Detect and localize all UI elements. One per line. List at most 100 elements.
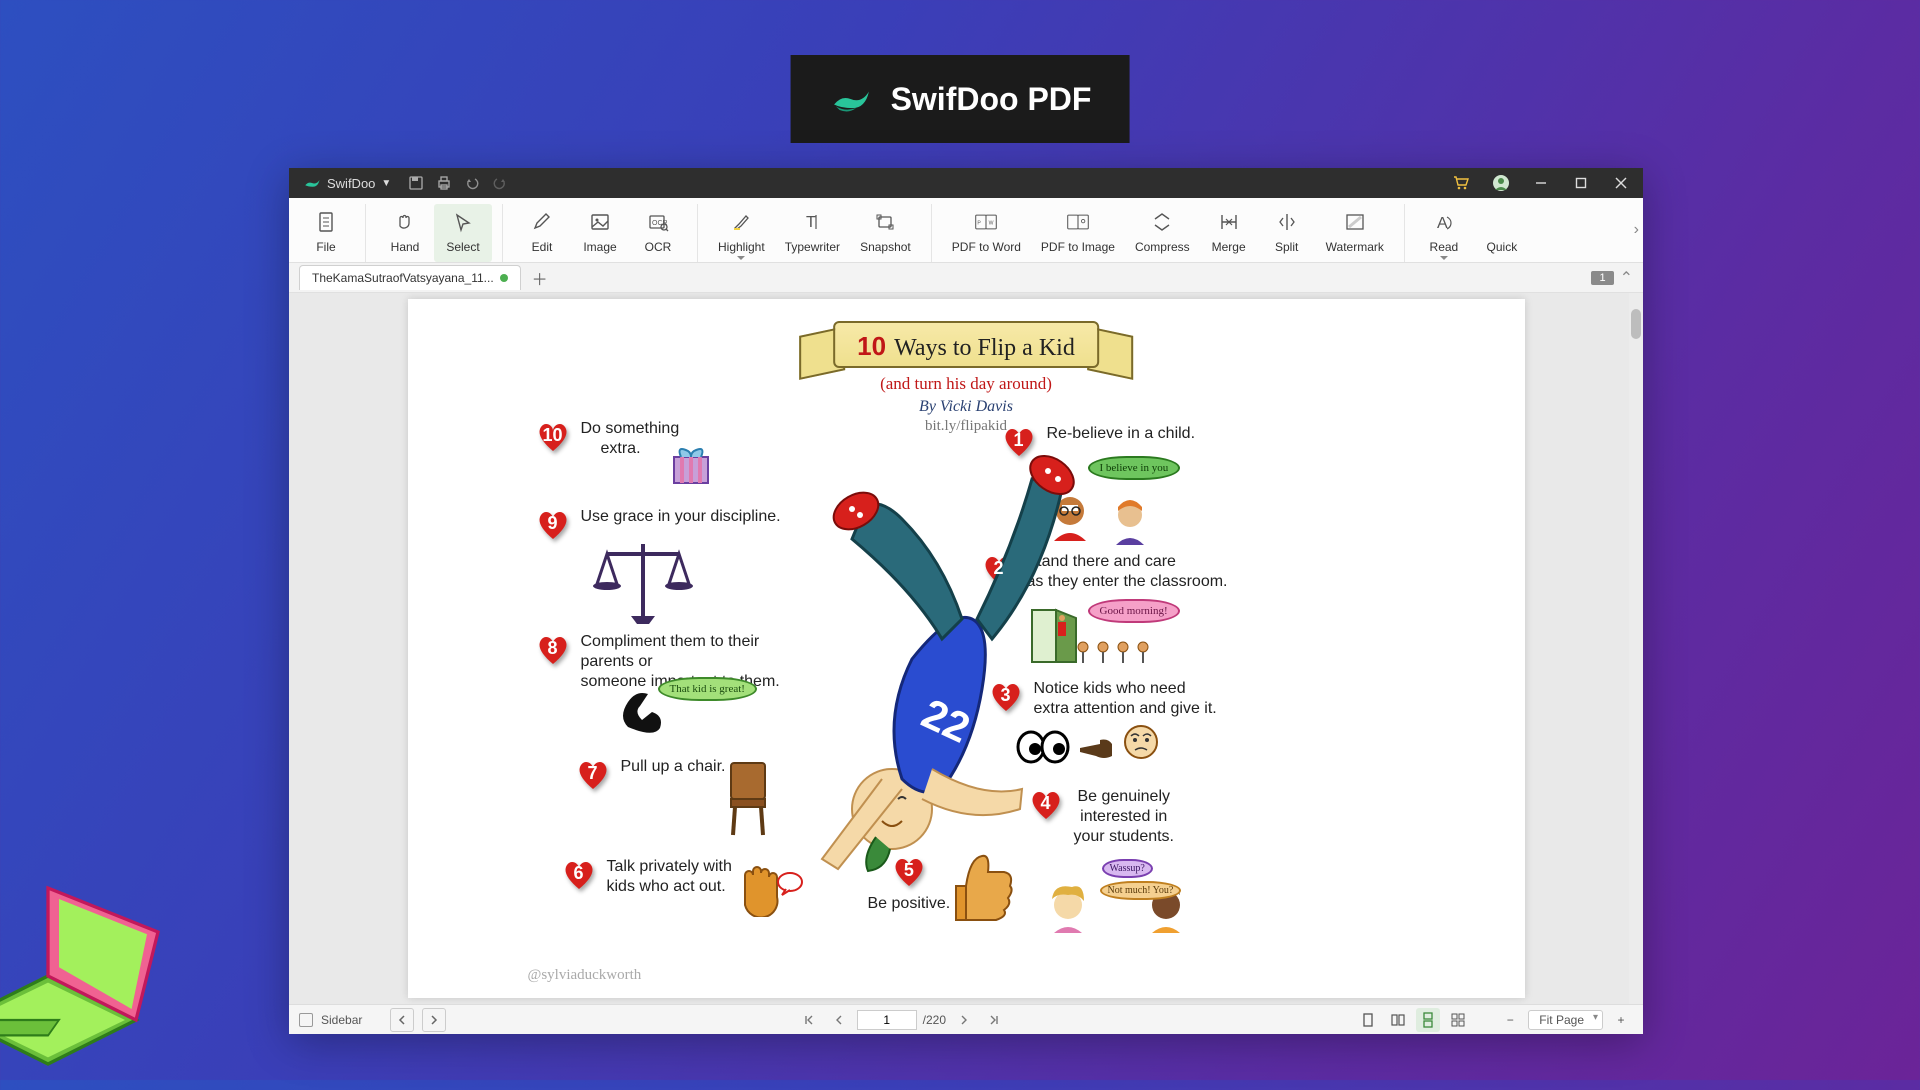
read-label: Read: [1430, 240, 1459, 254]
page-total-label: /220: [923, 1013, 946, 1027]
heart-icon: 10: [535, 419, 571, 455]
byline: By Vicki Davis: [833, 398, 1099, 416]
zoom-out-button[interactable]: −: [1498, 1008, 1522, 1032]
maximize-button[interactable]: [1567, 169, 1595, 197]
brand-name: SwifDoo PDF: [891, 81, 1092, 118]
page-indicator-badge: 1: [1591, 271, 1613, 285]
next-page-button[interactable]: [952, 1008, 976, 1032]
cart-button[interactable]: [1447, 169, 1475, 197]
merge-button[interactable]: Merge: [1200, 204, 1258, 262]
vertical-scrollbar[interactable]: [1629, 293, 1643, 1004]
view-grid-button[interactable]: [1446, 1008, 1470, 1032]
undo-button[interactable]: [463, 174, 481, 192]
pdf-to-image-label: PDF to Image: [1041, 240, 1115, 254]
view-single-button[interactable]: [1356, 1008, 1380, 1032]
hand-button[interactable]: Hand: [376, 204, 434, 262]
edit-label: Edit: [532, 240, 553, 254]
status-bar: Sidebar /220: [289, 1004, 1643, 1034]
page-number-input[interactable]: [857, 1010, 917, 1030]
new-tab-button[interactable]: ＋: [529, 267, 551, 289]
swifdoo-logo-icon: [829, 77, 873, 121]
hand-label: Hand: [391, 240, 420, 254]
pdf-to-word-button[interactable]: PW PDF to Word: [942, 204, 1031, 262]
brand-badge: SwifDoo PDF: [791, 55, 1130, 143]
svg-text:A: A: [1437, 215, 1448, 232]
typewriter-button[interactable]: T Typewriter: [775, 204, 850, 262]
heart-icon: 8: [535, 632, 571, 668]
collapse-toolbar-button[interactable]: ⌃: [1620, 268, 1633, 288]
select-button[interactable]: Select: [434, 204, 492, 262]
page-banner: 10 Ways to Flip a Kid (and turn his day …: [833, 321, 1099, 435]
file-button[interactable]: File: [297, 204, 355, 262]
speech-wassup: Wassup?: [1102, 859, 1153, 878]
pdf-to-image-button[interactable]: PDF to Image: [1031, 204, 1125, 262]
tab-bar: TheKamaSutraofVatsyayana_11... ＋ 1 ⌃: [289, 263, 1643, 293]
compress-button[interactable]: Compress: [1125, 204, 1200, 262]
tab-label: TheKamaSutraofVatsyayana_11...: [312, 271, 494, 285]
ocr-button[interactable]: OCR OCR: [629, 204, 687, 262]
pointing-hand-icon: [1078, 736, 1120, 762]
highlight-button[interactable]: Highlight: [708, 204, 775, 262]
speech-believe: I believe in you: [1088, 456, 1181, 480]
read-button[interactable]: A Read: [1415, 204, 1473, 262]
ocr-label: OCR: [645, 240, 672, 254]
quick-button[interactable]: Quick: [1473, 204, 1531, 262]
view-continuous-button[interactable]: [1416, 1008, 1440, 1032]
sidebar-checkbox[interactable]: [299, 1013, 313, 1027]
select-label: Select: [446, 240, 479, 254]
watermark-label: Watermark: [1326, 240, 1384, 254]
view-two-page-button[interactable]: [1386, 1008, 1410, 1032]
scrollbar-thumb[interactable]: [1631, 309, 1641, 339]
last-page-button[interactable]: [982, 1008, 1006, 1032]
split-button[interactable]: Split: [1258, 204, 1316, 262]
watermark-button[interactable]: Watermark: [1316, 204, 1394, 262]
app-window: SwifDoo ▼: [289, 168, 1643, 1034]
nav-back-button[interactable]: [390, 1008, 414, 1032]
compress-label: Compress: [1135, 240, 1190, 254]
file-label: File: [316, 240, 335, 254]
worried-face-icon: [1121, 722, 1161, 762]
highlight-label: Highlight: [718, 240, 765, 254]
gift-icon: [666, 439, 716, 489]
speech-that-kid: That kid is great!: [658, 677, 757, 701]
minimize-button[interactable]: [1527, 169, 1555, 197]
close-button[interactable]: [1607, 169, 1635, 197]
redo-button[interactable]: [491, 174, 509, 192]
document-tab[interactable]: TheKamaSutraofVatsyayana_11...: [299, 265, 521, 290]
image-button[interactable]: Image: [571, 204, 629, 262]
author-handle: @sylviaduckworth: [528, 967, 642, 984]
swifdoo-small-logo-icon: [303, 174, 321, 192]
nav-forward-button[interactable]: [422, 1008, 446, 1032]
titlebar: SwifDoo ▼: [289, 168, 1643, 198]
svg-text:OCR: OCR: [652, 220, 668, 227]
svg-text:W: W: [989, 221, 994, 227]
banner-number: 10: [857, 331, 886, 361]
banner-subtitle: (and turn his day around): [833, 374, 1099, 394]
scales-icon: [593, 536, 693, 626]
document-viewport[interactable]: 10 Ways to Flip a Kid (and turn his day …: [289, 293, 1643, 1004]
speech-good-morning: Good morning!: [1088, 599, 1180, 623]
snapshot-label: Snapshot: [860, 240, 911, 254]
print-quick-button[interactable]: [435, 174, 453, 192]
heart-icon: 7: [575, 757, 611, 793]
app-menu-button[interactable]: SwifDoo ▼: [297, 172, 397, 194]
zoom-in-button[interactable]: +: [1609, 1008, 1633, 1032]
snapshot-button[interactable]: Snapshot: [850, 204, 921, 262]
account-button[interactable]: [1487, 169, 1515, 197]
edit-button[interactable]: Edit: [513, 204, 571, 262]
prev-page-button[interactable]: [827, 1008, 851, 1032]
save-quick-button[interactable]: [407, 174, 425, 192]
kid-cartwheel-illustration: 22: [782, 439, 1082, 879]
typewriter-label: Typewriter: [785, 240, 840, 254]
image-label: Image: [583, 240, 616, 254]
sidebar-label: Sidebar: [321, 1013, 362, 1027]
toolbar-overflow-button[interactable]: ›: [1634, 221, 1639, 239]
tip-7: 7 Pull up a chair.: [575, 757, 726, 793]
banner-title: Ways to Flip a Kid: [894, 335, 1075, 361]
first-page-button[interactable]: [797, 1008, 821, 1032]
tip-6: 6 Talk privately withkids who act out.: [561, 857, 732, 897]
zoom-select[interactable]: Fit Page: [1528, 1010, 1603, 1030]
merge-label: Merge: [1212, 240, 1246, 254]
laptop-decoration: [0, 830, 200, 1090]
kids-row-icon: [1073, 639, 1163, 669]
